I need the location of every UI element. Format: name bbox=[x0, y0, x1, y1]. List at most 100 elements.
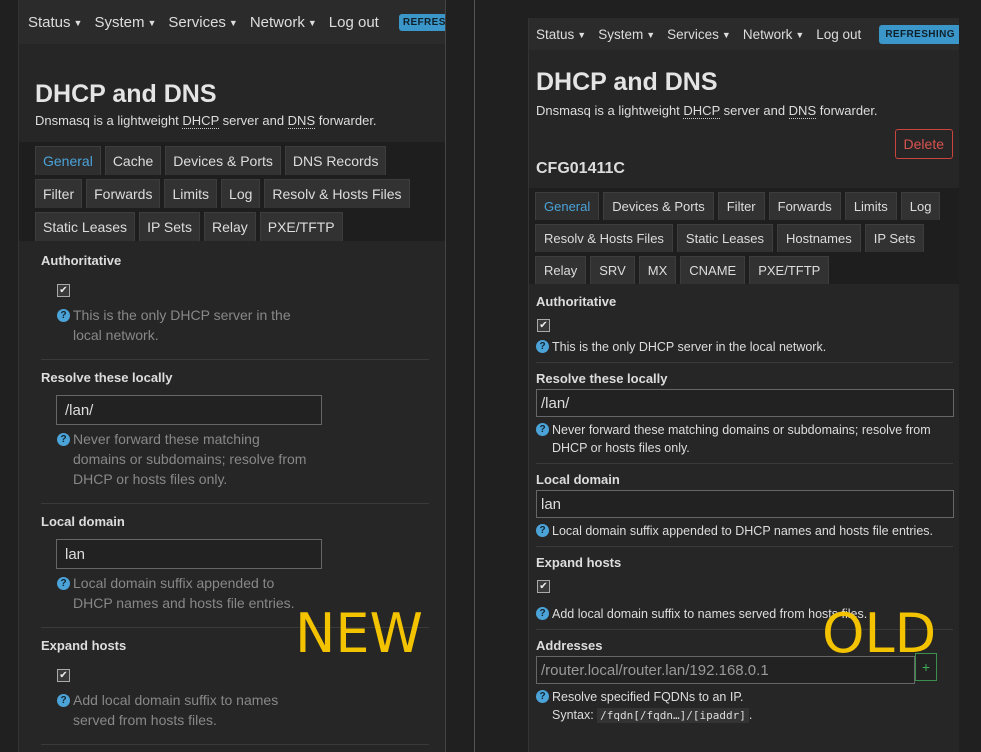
addresses-help: Resolve specified FQDNs to an IP. Syntax… bbox=[552, 690, 753, 723]
caret-down-icon: ▼ bbox=[307, 17, 317, 28]
menu-services[interactable]: Services ▼ bbox=[667, 27, 731, 42]
help-icon: ? bbox=[536, 690, 549, 703]
resolve-label: Resolve these locally bbox=[536, 371, 668, 386]
tab-cache[interactable]: Cache bbox=[104, 146, 162, 175]
caret-down-icon: ▼ bbox=[228, 17, 238, 28]
authoritative-section: Authoritative ✔ ? This is the only DHCP … bbox=[536, 284, 953, 363]
tab-forwards[interactable]: Forwards bbox=[86, 179, 161, 208]
domain-section: Local domain ? Local domain suffix appen… bbox=[536, 464, 954, 547]
authoritative-help: This is the only DHCP server in the loca… bbox=[73, 307, 291, 343]
resolve-help: Never forward these matching domains or … bbox=[73, 431, 307, 487]
tab-forwards[interactable]: Forwards bbox=[768, 192, 841, 220]
help-icon: ? bbox=[57, 309, 70, 322]
delete-button[interactable]: Delete bbox=[894, 129, 953, 159]
authoritative-section: Authoritative ✔ ? This is the only DHCP … bbox=[41, 241, 429, 360]
help-icon: ? bbox=[57, 694, 70, 707]
tab-log[interactable]: Log bbox=[900, 192, 941, 220]
checkmark-icon: ✔ bbox=[539, 320, 548, 331]
authoritative-help: This is the only DHCP server in the loca… bbox=[552, 340, 827, 354]
help-icon: ? bbox=[57, 577, 70, 590]
menu-system[interactable]: System ▼ bbox=[94, 14, 156, 31]
caret-down-icon: ▼ bbox=[73, 17, 83, 28]
tab-bar: General Cache Devices & Ports DNS Records F… bbox=[19, 142, 445, 241]
local-domain-input[interactable] bbox=[56, 539, 322, 569]
tab-relay[interactable]: Relay bbox=[203, 212, 256, 241]
authoritative-checkbox[interactable]: ✔ bbox=[57, 284, 70, 297]
tab-static-leases[interactable]: Static Leases bbox=[676, 224, 773, 252]
tab-limits[interactable]: Limits bbox=[844, 192, 897, 220]
checkmark-icon: ✔ bbox=[59, 670, 68, 681]
expand-help: Add local domain suffix to names served … bbox=[73, 692, 279, 728]
resolve-section: Resolve these locally ? Never forward th… bbox=[41, 360, 429, 504]
tab-pxe-tftp[interactable]: PXE/TFTP bbox=[749, 256, 830, 284]
menu-system[interactable]: System ▼ bbox=[598, 27, 655, 42]
tab-log[interactable]: Log bbox=[221, 179, 261, 208]
page-title: DHCP and DNS bbox=[35, 80, 217, 108]
expand-hosts-checkbox[interactable]: ✔ bbox=[537, 580, 550, 593]
page-description: Dnsmasq is a lightweight DHCP server and… bbox=[536, 103, 878, 119]
authoritative-label: Authoritative bbox=[536, 294, 617, 309]
tab-devices-ports[interactable]: Devices & Ports bbox=[603, 192, 714, 220]
tab-resolv-hosts-files[interactable]: Resolv & Hosts Files bbox=[535, 224, 673, 252]
refreshing-badge[interactable]: REFRESHING bbox=[879, 24, 959, 44]
menu-network[interactable]: Network ▼ bbox=[250, 14, 317, 31]
panel-divider bbox=[474, 0, 475, 752]
caret-down-icon: ▼ bbox=[795, 29, 805, 40]
tab-resolv-hosts-files[interactable]: Resolv & Hosts Files bbox=[264, 179, 410, 208]
checkmark-icon: ✔ bbox=[539, 581, 548, 592]
top-navbar: Status ▼ System ▼ Services ▼ Network ▼ Log o… bbox=[19, 0, 445, 44]
logout-link[interactable]: Log out bbox=[329, 14, 379, 31]
local-domain-input[interactable] bbox=[536, 490, 954, 518]
expand-help: Add local domain suffix to names served … bbox=[552, 607, 868, 621]
authoritative-label: Authoritative bbox=[41, 253, 122, 268]
checkmark-icon: ✔ bbox=[59, 285, 68, 296]
caret-down-icon: ▼ bbox=[577, 29, 587, 40]
caret-down-icon: ▼ bbox=[646, 29, 656, 40]
menu-services[interactable]: Services ▼ bbox=[168, 14, 237, 31]
help-icon: ? bbox=[536, 607, 549, 620]
tab-ip-sets[interactable]: IP Sets bbox=[139, 212, 200, 241]
tab-cname[interactable]: CNAME bbox=[680, 256, 746, 284]
tab-limits[interactable]: Limits bbox=[164, 179, 218, 208]
resolve-help: Never forward these matching domains or … bbox=[552, 423, 931, 455]
domain-label: Local domain bbox=[536, 472, 620, 487]
logout-link[interactable]: Log out bbox=[816, 27, 861, 42]
tab-ip-sets[interactable]: IP Sets bbox=[864, 224, 925, 252]
tab-static-leases[interactable]: Static Leases bbox=[35, 212, 136, 241]
tab-filter[interactable]: Filter bbox=[717, 192, 765, 220]
tab-general[interactable]: General bbox=[35, 146, 101, 175]
tab-filter[interactable]: Filter bbox=[35, 179, 83, 208]
menu-status[interactable]: Status ▼ bbox=[536, 27, 586, 42]
domain-help: Local domain suffix appended to DHCP nam… bbox=[73, 575, 295, 611]
menu-status[interactable]: Status ▼ bbox=[28, 14, 82, 31]
resolve-locally-input[interactable] bbox=[536, 389, 954, 417]
page-title: DHCP and DNS bbox=[536, 68, 718, 96]
help-icon: ? bbox=[536, 423, 549, 436]
tab-devices-ports[interactable]: Devices & Ports bbox=[165, 146, 281, 175]
tab-dns-records[interactable]: DNS Records bbox=[284, 146, 387, 175]
refreshing-badge[interactable]: REFRESHING bbox=[398, 13, 445, 31]
top-navbar: Status ▼ System ▼ Services ▼ Network ▼ Log o… bbox=[529, 18, 959, 50]
tab-general[interactable]: General bbox=[535, 192, 600, 220]
caret-down-icon: ▼ bbox=[147, 17, 157, 28]
page-description: Dnsmasq is a lightweight DHCP server and… bbox=[35, 113, 377, 129]
domain-label: Local domain bbox=[41, 514, 125, 529]
tab-pxe-tftp[interactable]: PXE/TFTP bbox=[259, 212, 343, 241]
tab-bar: General Devices & Ports Filter Forwards Limi… bbox=[529, 188, 959, 284]
expand-hosts-checkbox[interactable]: ✔ bbox=[57, 669, 70, 682]
help-icon: ? bbox=[536, 340, 549, 353]
tab-relay[interactable]: Relay bbox=[535, 256, 587, 284]
expand-label: Expand hosts bbox=[536, 555, 622, 570]
help-icon: ? bbox=[57, 433, 70, 446]
authoritative-checkbox[interactable]: ✔ bbox=[537, 319, 550, 332]
resolve-locally-input[interactable] bbox=[56, 395, 322, 425]
menu-network[interactable]: Network ▼ bbox=[743, 27, 804, 42]
domain-help: Local domain suffix appended to DHCP nam… bbox=[552, 524, 934, 538]
tab-srv[interactable]: SRV bbox=[590, 256, 635, 284]
tab-mx[interactable]: MX bbox=[638, 256, 677, 284]
new-label: NEW bbox=[295, 602, 423, 665]
resolve-label: Resolve these locally bbox=[41, 370, 173, 385]
tab-hostnames[interactable]: Hostnames bbox=[776, 224, 861, 252]
old-label: OLD bbox=[822, 602, 937, 665]
caret-down-icon: ▼ bbox=[721, 29, 731, 40]
